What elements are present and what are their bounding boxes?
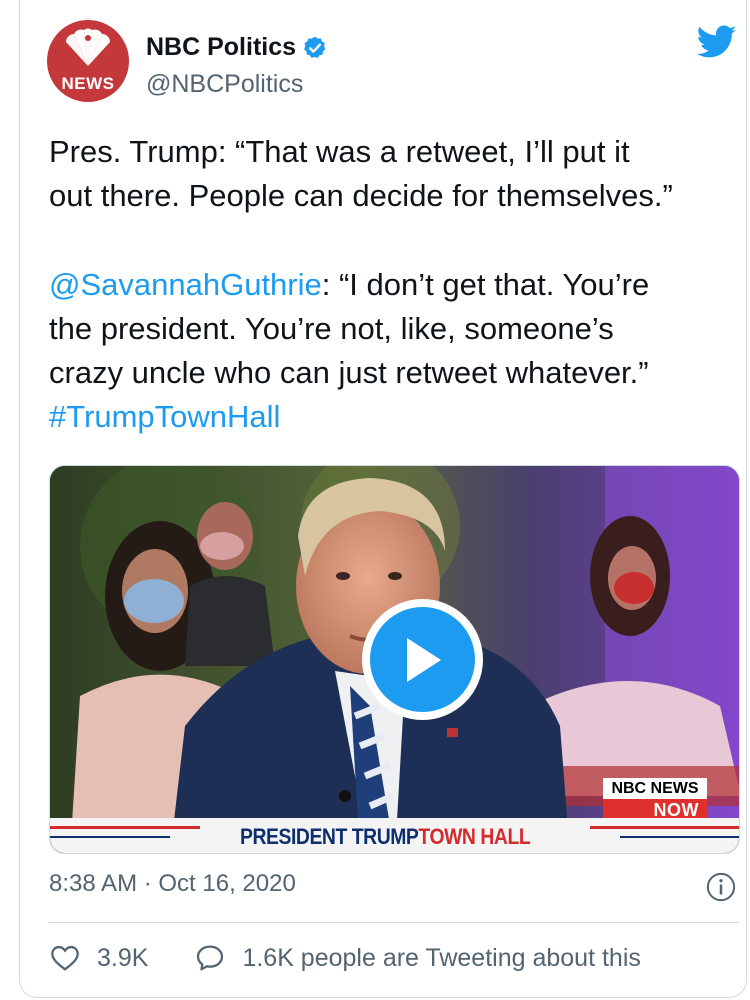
tweet-text: Pres. Trump: “That was a retweet, I’ll p… bbox=[49, 130, 729, 439]
heart-icon bbox=[51, 945, 79, 971]
action-bar: 3.9K 1.6K people are Tweeting about this bbox=[49, 942, 641, 974]
avatar-news-label: NEWS bbox=[53, 73, 123, 95]
lower-third-banner: PRESIDENT TRUMPTOWN HALL bbox=[50, 818, 739, 853]
author-name-text: NBC Politics bbox=[146, 33, 297, 61]
banner-title-part2: TOWN HALL bbox=[418, 824, 531, 849]
verified-badge-icon bbox=[304, 36, 326, 58]
tweet-line-3-rest: : “I don’t get that. You’re bbox=[321, 267, 650, 302]
video-player[interactable]: NBC NEWS NOW PRESIDENT TRUMPTOWN HALL bbox=[49, 465, 740, 854]
tweet-line-4: the president. You’re not, like, someone… bbox=[49, 311, 614, 346]
nbc-news-now-badge: NBC NEWS NOW bbox=[603, 778, 707, 822]
banner-title: PRESIDENT TRUMPTOWN HALL bbox=[240, 824, 531, 850]
play-icon bbox=[370, 607, 475, 712]
comment-icon bbox=[197, 945, 224, 971]
tweet-timestamp[interactable]: 8:38 AM · Oct 16, 2020 bbox=[49, 870, 296, 898]
avatar[interactable]: NEWS bbox=[47, 20, 129, 102]
tweet-line-2: out there. People can decide for themsel… bbox=[49, 178, 673, 213]
banner-title-part1: PRESIDENT TRUMP bbox=[240, 824, 419, 849]
like-count: 3.9K bbox=[97, 943, 149, 972]
tweet-line-5: crazy uncle who can just retweet whateve… bbox=[49, 355, 649, 390]
badge-top-text: NBC NEWS bbox=[603, 778, 707, 799]
author-name[interactable]: NBC Politics bbox=[146, 33, 328, 62]
tweet-card: NEWS NBC Politics @NBCPolitics Pres. Tru… bbox=[19, 0, 747, 998]
tweeting-about-link[interactable]: 1.6K people are Tweeting about this bbox=[194, 942, 641, 974]
tweeting-about-text: 1.6K people are Tweeting about this bbox=[242, 943, 641, 972]
hashtag-link[interactable]: #TrumpTownHall bbox=[49, 399, 280, 434]
like-button[interactable]: 3.9K bbox=[49, 942, 148, 974]
info-icon[interactable] bbox=[706, 872, 736, 902]
tweet-line-3: @SavannahGuthrie: “I don’t get that. You… bbox=[49, 263, 729, 307]
tweet-line-1: Pres. Trump: “That was a retweet, I’ll p… bbox=[49, 134, 630, 169]
play-button[interactable] bbox=[362, 599, 483, 720]
mention-link[interactable]: @SavannahGuthrie bbox=[49, 267, 322, 302]
author-handle[interactable]: @NBCPolitics bbox=[146, 70, 303, 99]
nbc-peacock-icon bbox=[66, 28, 110, 66]
twitter-bird-icon[interactable] bbox=[697, 25, 737, 59]
divider bbox=[49, 922, 739, 923]
